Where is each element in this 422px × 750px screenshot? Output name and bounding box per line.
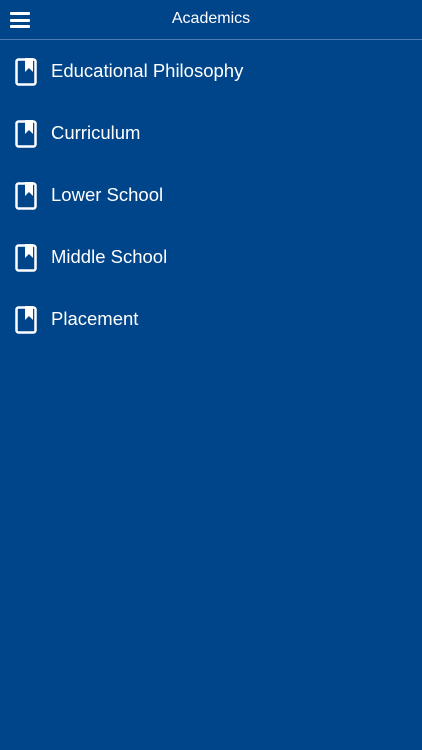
page-title: Academics bbox=[171, 10, 251, 27]
list-item-curriculum[interactable]: Curriculum bbox=[0, 102, 422, 164]
list-item-label: Middle School bbox=[51, 246, 168, 267]
book-icon bbox=[15, 244, 37, 272]
list-item-lower-school[interactable]: Lower School bbox=[0, 164, 422, 226]
list-item-label: Educational Philosophy bbox=[51, 60, 244, 81]
list-item-placement[interactable]: Placement bbox=[0, 288, 422, 350]
book-icon bbox=[15, 306, 37, 334]
academics-list: Educational Philosophy Curriculum Lower … bbox=[0, 40, 422, 350]
list-item-educational-philosophy[interactable]: Educational Philosophy bbox=[0, 40, 422, 102]
book-icon bbox=[15, 120, 37, 148]
book-icon bbox=[15, 182, 37, 210]
list-item-label: Lower School bbox=[51, 184, 164, 205]
list-item-label: Placement bbox=[51, 308, 139, 329]
book-icon bbox=[15, 58, 37, 86]
list-item-label: Curriculum bbox=[51, 122, 141, 143]
header-bar: Academics bbox=[0, 0, 422, 40]
list-item-middle-school[interactable]: Middle School bbox=[0, 226, 422, 288]
